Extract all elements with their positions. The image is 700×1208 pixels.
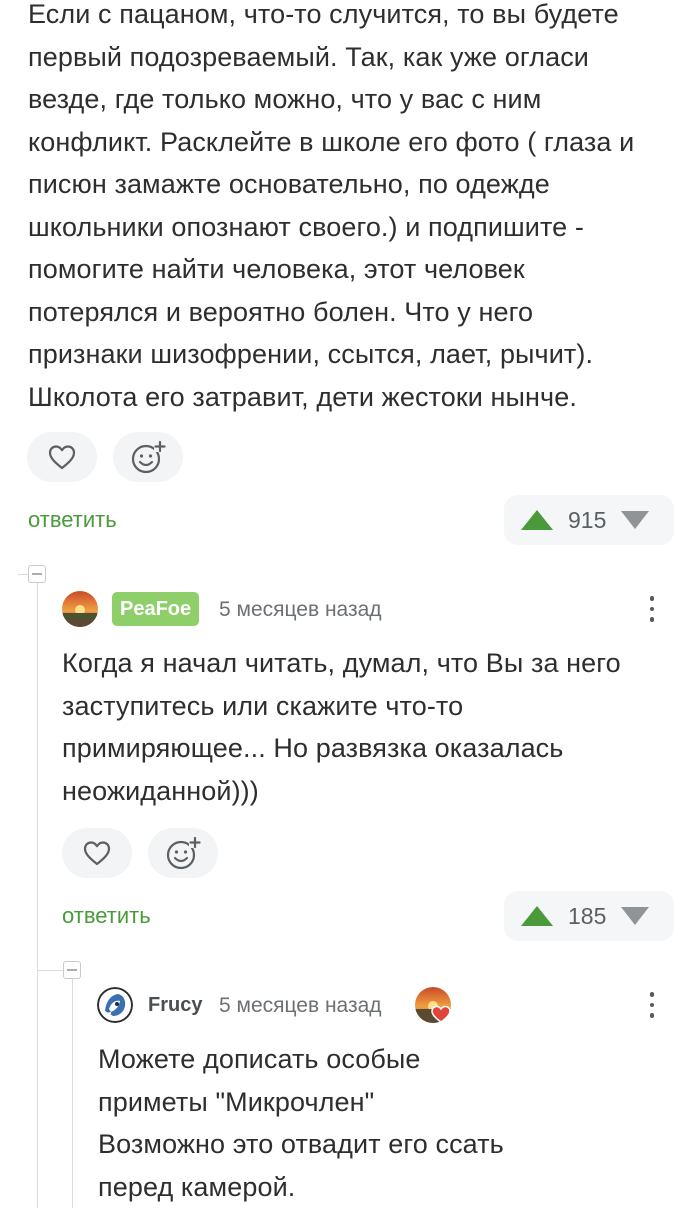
- thread-line: [37, 582, 38, 1208]
- username-badge[interactable]: PeaFoe: [112, 592, 200, 626]
- comment-line: Школота его затравит, дети жестоки нынче…: [28, 381, 577, 412]
- rating-widget: 185: [504, 891, 674, 941]
- timestamp[interactable]: 5 месяцев назад: [219, 598, 382, 622]
- comment-line: конфликт. Расклейте в школе его фото ( г…: [28, 126, 635, 157]
- comment-line: школьники опознают своего.) и подпишите …: [28, 211, 584, 242]
- comment-line: Если с пацаном, что-то случится, то вы б…: [28, 0, 619, 29]
- heart-icon: [83, 841, 111, 866]
- thread-line: [72, 978, 73, 1208]
- comment-line: Можете дописать особые: [98, 1044, 421, 1074]
- comment-line: перед камерой.: [98, 1171, 296, 1202]
- comment-line: помогите найти человека, этот человек: [28, 254, 525, 284]
- comment-line: Когда я начал читать, думал, что Вы за н…: [62, 648, 621, 678]
- comment-text: Когда я начал читать, думал, что Вы за н…: [62, 642, 621, 812]
- comment-line: признаки шизофрении, ссытся, лает, рычит…: [28, 339, 594, 369]
- comment-line: заступитесь или скажите что-то: [62, 690, 464, 721]
- comment-line: писюн замажте основательно, по одежде: [28, 169, 550, 199]
- comment-line: Возможно это отвадит его ссать: [98, 1129, 504, 1159]
- comment-line: приметы "Микрочлен": [98, 1086, 375, 1117]
- upvote-icon[interactable]: [520, 509, 554, 531]
- rating-count: 915: [568, 506, 607, 533]
- comment-line: неожиданной))): [62, 775, 259, 806]
- like-button[interactable]: [27, 432, 97, 482]
- comment-line: потерялся и вероятно болен. Что у него: [28, 296, 534, 327]
- smile-plus-icon: [131, 440, 166, 474]
- downvote-icon[interactable]: [620, 906, 650, 926]
- collapse-thread-button[interactable]: [28, 565, 46, 583]
- comment-text: Если с пацаном, что-то случится, то вы б…: [28, 0, 634, 418]
- collapse-thread-button[interactable]: [63, 961, 81, 979]
- timestamp[interactable]: 5 месяцев назад: [219, 994, 382, 1018]
- downvote-icon[interactable]: [620, 510, 650, 530]
- more-options-icon[interactable]: [648, 992, 656, 1018]
- add-reaction-button[interactable]: [148, 828, 218, 878]
- heart-icon: [48, 445, 76, 470]
- avatar[interactable]: [97, 987, 133, 1023]
- comment-line: примиряющее... Но развязка оказалась: [62, 733, 564, 763]
- heart-badge-icon: [431, 1005, 451, 1023]
- reply-link[interactable]: ответить: [28, 507, 117, 533]
- comment-line: везде, где только можно, что у вас с ним: [28, 84, 542, 114]
- rating-widget: 915: [504, 495, 674, 545]
- upvote-icon[interactable]: [520, 905, 554, 927]
- avatar[interactable]: [62, 591, 98, 627]
- username[interactable]: Frucy: [148, 994, 202, 1017]
- thread-connector: [18, 574, 28, 575]
- more-options-icon[interactable]: [648, 596, 656, 622]
- thread-connector: [37, 970, 63, 971]
- add-reaction-button[interactable]: [113, 432, 183, 482]
- smile-plus-icon: [166, 836, 201, 870]
- rating-count: 185: [568, 902, 607, 929]
- like-button[interactable]: [62, 828, 132, 878]
- comment-text: Можете дописать особые приметы "Микрочле…: [98, 1038, 504, 1208]
- reply-link[interactable]: ответить: [62, 903, 151, 929]
- comment-line: первый подозреваемый. Так, как уже оглас…: [28, 41, 589, 72]
